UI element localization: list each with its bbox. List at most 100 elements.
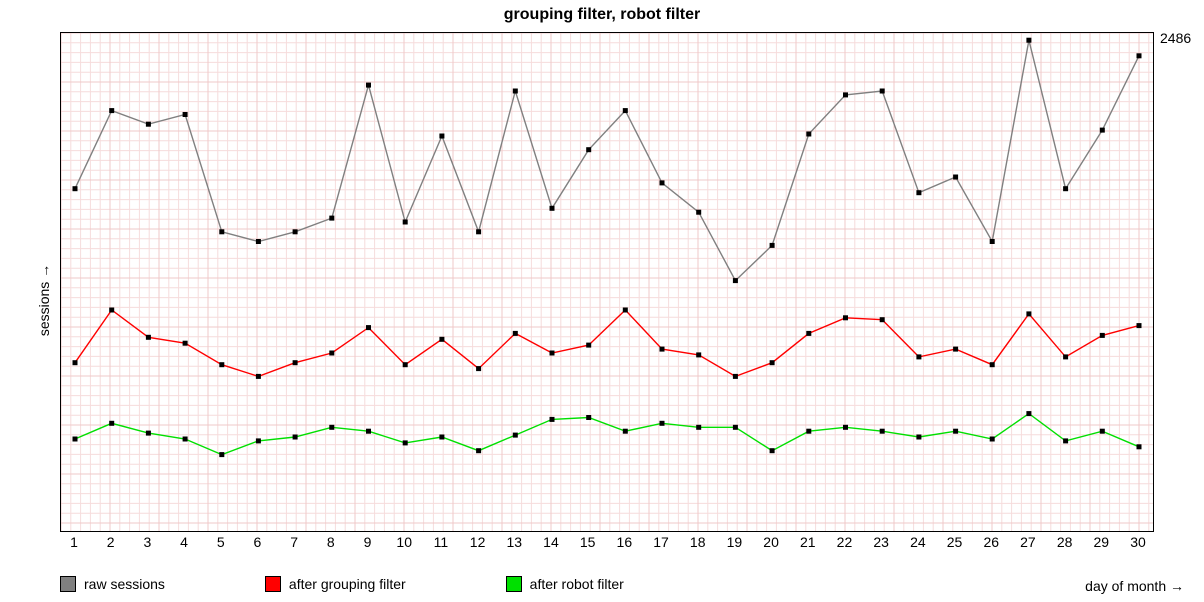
data-point [1100, 128, 1105, 133]
data-point [953, 175, 958, 180]
x-tick: 26 [983, 534, 999, 550]
data-point [476, 448, 481, 453]
data-point [219, 452, 224, 457]
x-tick: 23 [873, 534, 889, 550]
data-point [990, 362, 995, 367]
data-point [586, 147, 591, 152]
data-point [623, 429, 628, 434]
legend-label-raw: raw sessions [84, 576, 165, 592]
data-point [256, 374, 261, 379]
data-point [329, 425, 334, 430]
data-point [880, 317, 885, 322]
plot-svg [61, 33, 1153, 531]
data-point [696, 425, 701, 430]
x-tick: 2 [107, 534, 115, 550]
plot-area [60, 32, 1154, 532]
data-point [1026, 311, 1031, 316]
data-point [476, 366, 481, 371]
legend-item-raw: raw sessions [60, 576, 165, 592]
x-tick: 15 [580, 534, 596, 550]
data-point [843, 425, 848, 430]
data-point [219, 229, 224, 234]
data-point [439, 435, 444, 440]
data-point [1026, 411, 1031, 416]
y-axis-label: sessions → [36, 264, 52, 336]
legend-swatch-grouping [265, 576, 281, 592]
data-point [733, 374, 738, 379]
x-tick: 1 [70, 534, 78, 550]
data-point [293, 360, 298, 365]
legend-swatch-raw [60, 576, 76, 592]
data-point [183, 112, 188, 117]
x-tick: 4 [180, 534, 188, 550]
x-tick: 17 [653, 534, 669, 550]
data-point [439, 134, 444, 139]
x-ticks: 1234567891011121314151617181920212223242… [60, 534, 1154, 556]
grid [61, 33, 1153, 531]
data-point [1137, 323, 1142, 328]
data-point [843, 92, 848, 97]
x-tick: 14 [543, 534, 559, 550]
data-point [1063, 438, 1068, 443]
data-point [733, 278, 738, 283]
x-tick: 13 [506, 534, 522, 550]
data-point [476, 229, 481, 234]
x-tick: 19 [727, 534, 743, 550]
data-point [256, 239, 261, 244]
data-point [146, 122, 151, 127]
data-point [990, 239, 995, 244]
legend: raw sessions after grouping filter after… [60, 576, 624, 592]
data-point [586, 415, 591, 420]
data-point [329, 351, 334, 356]
data-point [73, 437, 78, 442]
data-point [770, 243, 775, 248]
x-tick: 27 [1020, 534, 1036, 550]
data-point [183, 341, 188, 346]
data-point [1100, 333, 1105, 338]
data-point [806, 132, 811, 137]
data-point [880, 89, 885, 94]
x-tick: 21 [800, 534, 816, 550]
data-point [513, 331, 518, 336]
data-point [1137, 444, 1142, 449]
x-tick: 29 [1094, 534, 1110, 550]
data-point [73, 360, 78, 365]
x-tick: 16 [617, 534, 633, 550]
data-point [916, 435, 921, 440]
x-tick: 30 [1130, 534, 1146, 550]
data-point [73, 186, 78, 191]
data-point [586, 343, 591, 348]
x-tick: 20 [763, 534, 779, 550]
data-point [256, 438, 261, 443]
data-point [329, 216, 334, 221]
data-point [550, 417, 555, 422]
data-point [916, 354, 921, 359]
data-point [1063, 186, 1068, 191]
legend-label-robot: after robot filter [530, 576, 624, 592]
data-point [293, 229, 298, 234]
legend-swatch-robot [506, 576, 522, 592]
x-tick: 5 [217, 534, 225, 550]
data-point [366, 325, 371, 330]
data-point [403, 220, 408, 225]
legend-item-grouping: after grouping filter [265, 576, 406, 592]
data-point [1137, 53, 1142, 58]
data-point [1100, 429, 1105, 434]
x-tick: 6 [254, 534, 262, 550]
data-point [550, 206, 555, 211]
chart-container: grouping filter, robot filter sessions →… [0, 0, 1204, 602]
x-tick: 10 [396, 534, 412, 550]
data-point [880, 429, 885, 434]
data-point [109, 308, 114, 313]
data-point [109, 108, 114, 113]
data-point [403, 440, 408, 445]
data-point [183, 437, 188, 442]
data-point [293, 435, 298, 440]
x-tick: 8 [327, 534, 335, 550]
data-point [696, 352, 701, 357]
data-point [953, 429, 958, 434]
data-point [550, 351, 555, 356]
data-point [843, 315, 848, 320]
data-point [439, 337, 444, 342]
data-point [146, 431, 151, 436]
